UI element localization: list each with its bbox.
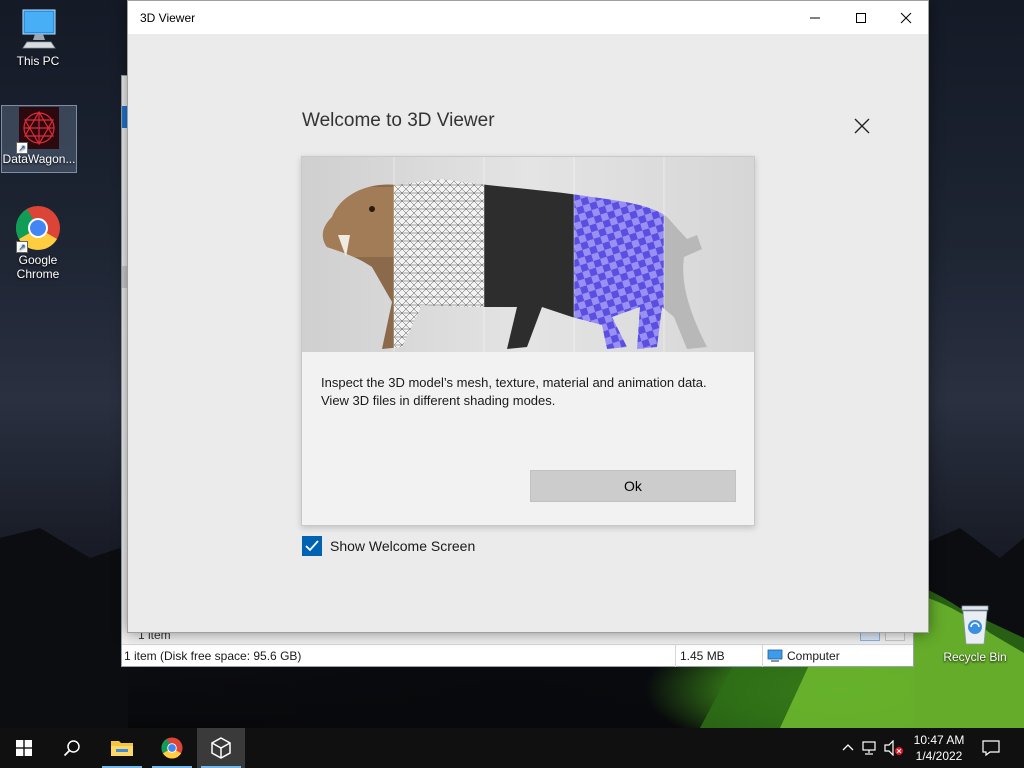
description-line: Inspect the 3D model’s mesh, texture, ma… bbox=[321, 375, 707, 390]
desktop-icon-recycle-bin[interactable]: Recycle Bin bbox=[937, 602, 1013, 670]
status-separator bbox=[675, 645, 676, 667]
action-center-button[interactable] bbox=[981, 738, 1001, 758]
description-line: View 3D files in different shading modes… bbox=[321, 393, 556, 408]
ok-button[interactable]: Ok bbox=[530, 470, 736, 502]
taskbar: 10:47 AM 1/4/2022 bbox=[0, 728, 1024, 768]
clock-time: 10:47 AM bbox=[913, 733, 965, 747]
status-location: Computer bbox=[767, 649, 840, 663]
welcome-dialog: Inspect the 3D model’s mesh, texture, ma… bbox=[301, 156, 755, 526]
system-clock[interactable]: 10:47 AM 1/4/2022 bbox=[904, 732, 974, 764]
3d-viewer-window: 3D Viewer Welcome to 3D Viewer Inspect t… bbox=[127, 0, 929, 633]
start-button[interactable] bbox=[0, 728, 48, 768]
desktop-icon-chrome[interactable]: ↗ Google Chrome bbox=[0, 205, 76, 289]
title-bar[interactable]: 3D Viewer bbox=[128, 1, 928, 34]
maximize-icon bbox=[856, 12, 866, 23]
file-explorer-icon bbox=[111, 741, 133, 756]
network-icon bbox=[862, 741, 876, 755]
status-location-label: Computer bbox=[787, 649, 840, 663]
clock-date: 1/4/2022 bbox=[915, 749, 963, 763]
dialog-close-button[interactable] bbox=[849, 113, 875, 139]
shortcut-arrow-icon: ↗ bbox=[16, 142, 28, 154]
show-welcome-label: Show Welcome Screen bbox=[330, 538, 476, 554]
close-button[interactable] bbox=[883, 1, 929, 34]
recycle-bin-icon bbox=[961, 605, 989, 645]
desktop-icon-label: Google Chrome bbox=[16, 253, 60, 281]
desktop-icon-datawagon[interactable]: ↗ DataWagon... bbox=[1, 105, 77, 173]
volume-button[interactable] bbox=[884, 738, 904, 758]
desktop-icon-label: This PC bbox=[16, 54, 60, 68]
shortcut-arrow-icon: ↗ bbox=[16, 241, 28, 253]
status-size: 1.45 MB bbox=[680, 649, 725, 663]
start-icon bbox=[16, 740, 32, 756]
search-button[interactable] bbox=[48, 728, 96, 768]
network-button[interactable] bbox=[861, 738, 881, 758]
status-separator bbox=[762, 645, 763, 667]
close-icon bbox=[900, 12, 912, 23]
welcome-description: Inspect the 3D model’s mesh, texture, ma… bbox=[321, 374, 741, 410]
show-hidden-icons-button[interactable] bbox=[838, 738, 858, 758]
volume-muted-icon bbox=[884, 740, 903, 756]
chevron-up-icon bbox=[842, 744, 854, 751]
checkbox-box[interactable] bbox=[302, 536, 322, 556]
computer-icon bbox=[767, 649, 783, 662]
chrome-icon bbox=[161, 737, 183, 759]
window-title: 3D Viewer bbox=[140, 11, 196, 25]
taskbar-chrome[interactable] bbox=[148, 728, 196, 768]
show-welcome-checkbox[interactable]: Show Welcome Screen bbox=[302, 536, 475, 556]
desktop-icon-label: Recycle Bin bbox=[943, 650, 1007, 664]
minimize-icon bbox=[810, 17, 820, 18]
minimize-button[interactable] bbox=[792, 1, 838, 34]
search-icon bbox=[63, 740, 80, 757]
desktop-icon-label: DataWagon... bbox=[2, 152, 76, 166]
notification-icon bbox=[982, 740, 1000, 757]
desktop-icon-this-pc[interactable]: This PC bbox=[0, 8, 76, 76]
taskbar-file-explorer[interactable] bbox=[98, 728, 146, 768]
status-bar: 1 item (Disk free space: 95.6 GB) 1.45 M… bbox=[122, 627, 913, 667]
taskbar-3d-viewer[interactable] bbox=[197, 728, 245, 768]
hero-image bbox=[302, 157, 754, 352]
maximize-button[interactable] bbox=[838, 1, 884, 34]
close-icon bbox=[854, 118, 870, 134]
welcome-heading: Welcome to 3D Viewer bbox=[302, 110, 495, 131]
3d-viewer-icon bbox=[211, 737, 231, 759]
computer-icon bbox=[22, 9, 56, 49]
checkmark-icon bbox=[305, 540, 319, 552]
status-items: 1 item (Disk free space: 95.6 GB) bbox=[124, 649, 302, 663]
